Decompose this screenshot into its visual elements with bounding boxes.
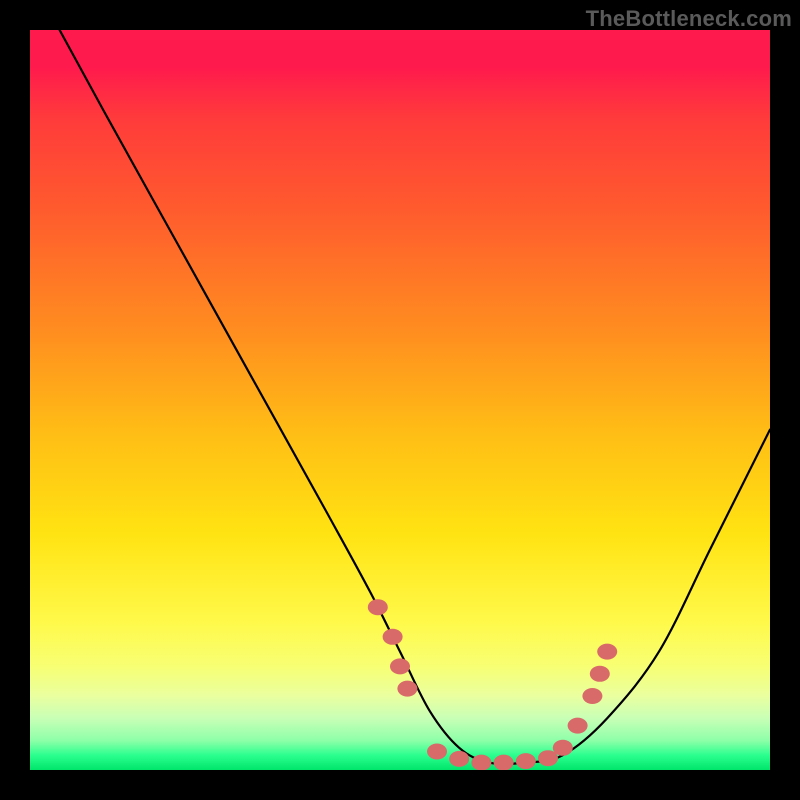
marker-dot	[597, 644, 617, 660]
curve-layer	[30, 30, 770, 770]
bottleneck-curve	[60, 30, 770, 764]
marker-dot	[383, 629, 403, 645]
marker-dot	[553, 740, 573, 756]
marker-dot	[397, 681, 417, 697]
marker-dot	[494, 755, 514, 770]
gradient-plot-area	[30, 30, 770, 770]
watermark-text: TheBottleneck.com	[586, 6, 792, 32]
marker-dot	[568, 718, 588, 734]
marker-dot	[582, 688, 602, 704]
chart-stage: TheBottleneck.com	[0, 0, 800, 800]
marker-dot	[368, 599, 388, 615]
marker-dot	[516, 753, 536, 769]
marker-dot	[427, 744, 447, 760]
marker-dot	[471, 755, 491, 770]
marker-dot	[590, 666, 610, 682]
marker-dot	[449, 751, 469, 767]
marker-dot	[390, 658, 410, 674]
